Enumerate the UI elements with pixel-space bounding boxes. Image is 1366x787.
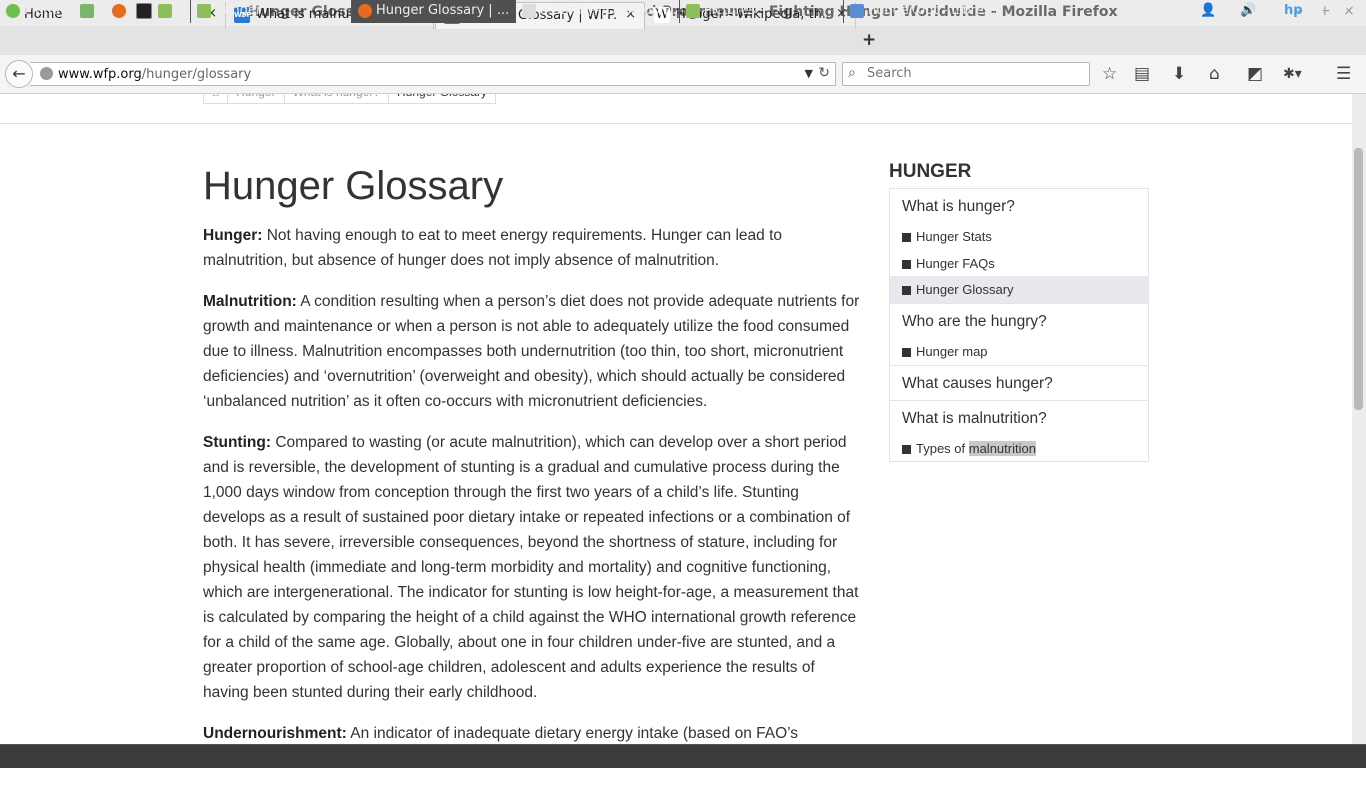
- new-tab-icon[interactable]: +: [862, 30, 876, 50]
- folder-icon: [197, 3, 211, 18]
- taskbar-window-label: hunger: [215, 3, 262, 18]
- glossary-definition: Not having enough to eat to meet energy …: [203, 227, 782, 269]
- pen-tray-icon[interactable]: ✎: [1220, 0, 1231, 23]
- keyboard-tray-icon[interactable]: ▁: [1181, 0, 1191, 23]
- sidebar-divider: [890, 365, 1148, 366]
- folder-icon: [158, 3, 172, 18]
- url-text[interactable]: www.wfp.org/hunger/glossary: [58, 67, 251, 82]
- glossary-entry-malnutrition: Malnutrition: A condition resulting when…: [203, 289, 861, 414]
- desktop-icon: [80, 3, 94, 18]
- bullet-icon: [902, 445, 911, 455]
- glossary-content: Hunger: Not having enough to eat to meet…: [203, 223, 861, 787]
- url-path: /hunger/glossary: [141, 67, 252, 82]
- search-icon: ⌕: [848, 65, 856, 81]
- taskbar-window-pictures[interactable]: Pictures: [679, 0, 844, 23]
- taskbar-window-label: Pictures: [704, 3, 756, 18]
- reading-list-icon[interactable]: ▤: [1134, 64, 1150, 84]
- addon-icon[interactable]: ◩: [1247, 64, 1263, 84]
- search-bar[interactable]: ⌕: [842, 62, 1090, 86]
- bullet-icon: [902, 348, 911, 358]
- taskbar-window-hunger[interactable]: hunger: [190, 0, 352, 23]
- glossary-term: Stunting:: [203, 434, 272, 451]
- sidebar-item-hunger-faqs[interactable]: Hunger FAQs: [902, 256, 995, 271]
- search-input[interactable]: [865, 65, 1079, 82]
- files-launcher-icon[interactable]: [158, 0, 178, 23]
- sidebar-group-what-is-hunger[interactable]: What is hunger?: [902, 198, 1015, 216]
- bullet-icon: [902, 233, 911, 243]
- menu-label: Menu: [24, 3, 60, 18]
- sidebar-item-label: Types of: [916, 441, 969, 456]
- tab-bar: [0, 26, 1366, 55]
- home-icon[interactable]: ⌂: [1209, 64, 1220, 84]
- url-history-dropdown-icon[interactable]: ▼: [805, 67, 813, 80]
- clock[interactable]: 14:09: [1306, 0, 1347, 23]
- sidebar-item-hunger-glossary[interactable]: Hunger Glossary: [902, 282, 1014, 297]
- download-icon[interactable]: ⬇: [1172, 64, 1186, 84]
- taskbar-window-editor[interactable]: a.html (~/Desktop/...: [515, 0, 680, 23]
- glossary-definition: Compared to wasting (or acute malnutriti…: [203, 434, 859, 701]
- sidebar-group-what-is-malnutrition[interactable]: What is malnutrition?: [902, 410, 1047, 428]
- page-divider: [0, 123, 1352, 124]
- glossary-entry-stunting: Stunting: Compared to wasting (or acute …: [203, 430, 861, 705]
- volume-tray-icon[interactable]: 🔊: [1240, 0, 1256, 23]
- firefox-icon: [358, 3, 372, 18]
- sidebar-nav: What is hunger? Hunger Stats Hunger FAQs…: [889, 188, 1149, 462]
- terminal-icon: [136, 2, 152, 19]
- terminal-launcher-icon[interactable]: [136, 0, 156, 23]
- taskbar-window-label: Hunger Glossary | ...: [376, 3, 510, 18]
- sidebar-title: HUNGER: [889, 161, 972, 182]
- hamburger-menu-icon[interactable]: ☰: [1336, 64, 1351, 84]
- glossary-term: Malnutrition:: [203, 293, 297, 310]
- extension-menu-icon[interactable]: ✱▾: [1283, 66, 1302, 82]
- sidebar-item-label: Hunger FAQs: [916, 256, 995, 271]
- document-icon: [850, 3, 864, 18]
- scrollbar-thumb[interactable]: [1354, 148, 1363, 410]
- sidebar-divider: [890, 303, 1148, 304]
- globe-icon: [40, 67, 53, 80]
- taskbar-window-label: hunger.odt - Libre...: [868, 3, 997, 18]
- glossary-term: Undernourishment:: [203, 725, 347, 742]
- glossary-definition: A condition resulting when a person’s di…: [203, 293, 860, 410]
- taskbar-window-libreoffice[interactable]: hunger.odt - Libre...: [843, 0, 1008, 23]
- sidebar-divider: [890, 400, 1148, 401]
- taskbar-window-firefox[interactable]: Hunger Glossary | ...: [351, 0, 516, 23]
- glossary-entry-hunger: Hunger: Not having enough to eat to meet…: [203, 223, 861, 273]
- start-menu-button[interactable]: Menu: [6, 0, 60, 23]
- page-title: Hunger Glossary: [203, 164, 504, 208]
- bullet-icon: [902, 260, 911, 270]
- taskbar: [0, 744, 1366, 768]
- hp-tray-icon[interactable]: hp: [1284, 0, 1303, 23]
- show-desktop-icon[interactable]: [80, 0, 100, 23]
- bullet-icon: [902, 286, 911, 296]
- reload-icon[interactable]: ↻: [818, 65, 830, 81]
- bookmark-star-icon[interactable]: ☆: [1102, 64, 1117, 84]
- url-bar[interactable]: www.wfp.org/hunger/glossary ▼ ↻: [30, 62, 836, 86]
- sidebar-item-hunger-map[interactable]: Hunger map: [902, 344, 988, 359]
- back-button[interactable]: ←: [5, 60, 33, 88]
- user-tray-icon[interactable]: 👤: [1200, 0, 1216, 23]
- sidebar-item-hunger-stats[interactable]: Hunger Stats: [902, 229, 992, 244]
- url-domain: www.wfp.org: [58, 67, 142, 82]
- firefox-launcher-icon[interactable]: [112, 0, 132, 23]
- folder-icon: [686, 3, 700, 18]
- sidebar-group-who-are-the-hungry[interactable]: Who are the hungry?: [902, 313, 1047, 331]
- sidebar-item-label: Hunger Stats: [916, 229, 992, 244]
- taskbar-window-label: a.html (~/Desktop/...: [540, 3, 677, 18]
- mint-logo-icon: [6, 3, 20, 18]
- sidebar-item-types-of-malnutrition[interactable]: Types of malnutrition: [902, 441, 1036, 456]
- sidebar-item-label: Hunger map: [916, 344, 988, 359]
- glossary-term: Hunger:: [203, 227, 263, 244]
- sidebar-item-label: Hunger Glossary: [916, 282, 1014, 297]
- shield-tray-icon[interactable]: 🛡: [1262, 0, 1279, 23]
- text-editor-icon: [522, 3, 536, 18]
- sidebar-group-what-causes-hunger[interactable]: What causes hunger?: [902, 375, 1053, 393]
- selected-text-highlight: malnutrition: [968, 441, 1036, 456]
- firefox-icon: [112, 3, 126, 18]
